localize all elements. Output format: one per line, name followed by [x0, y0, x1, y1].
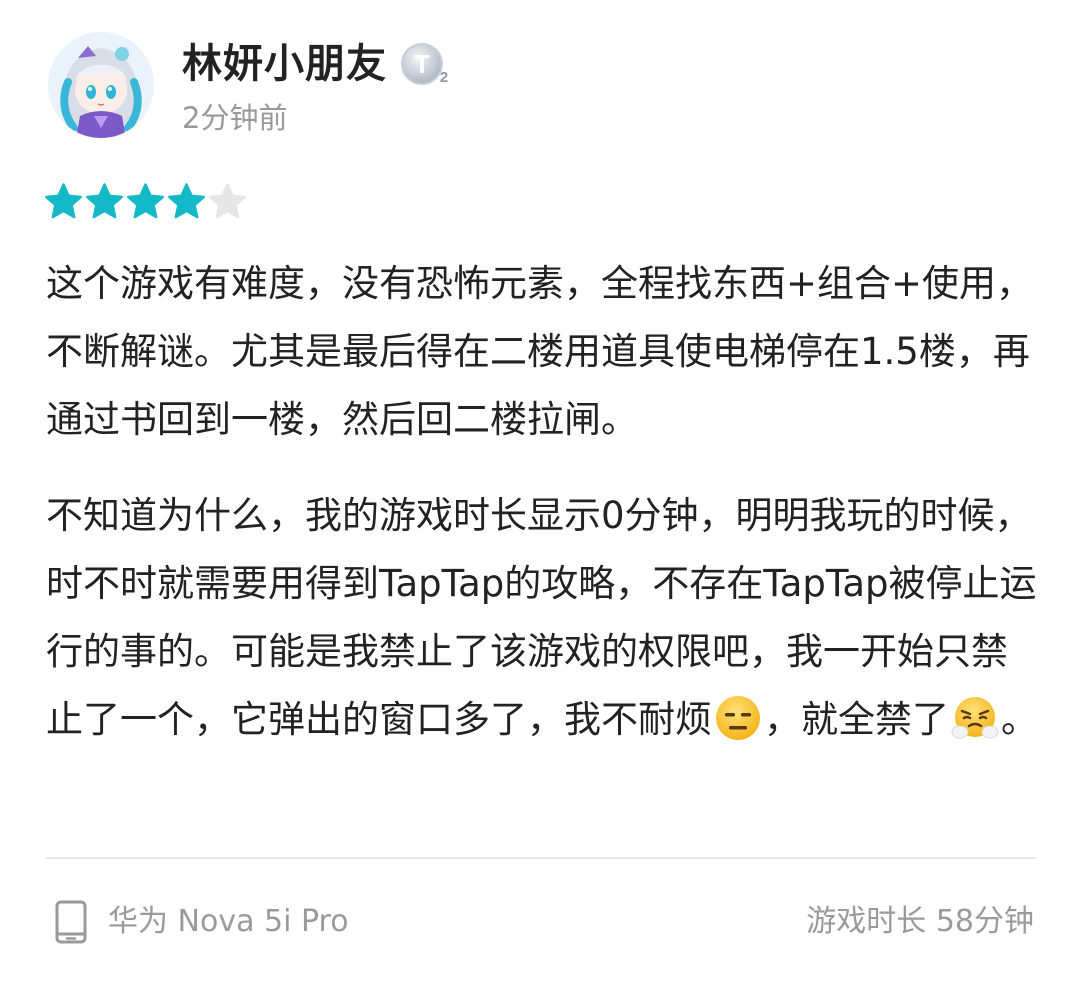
user-name[interactable]: 林妍小朋友 [182, 38, 387, 90]
play-time: 游戏时长 58分钟 [806, 904, 1034, 939]
star-empty-icon [209, 183, 246, 219]
review-card: 林妍小朋友 T 2 2分钟前 这个游戏有难度，没有恐怖元素，全程找东西+组合+使… [0, 0, 1080, 982]
phone-icon [54, 900, 88, 944]
review-text-part-3: 。 [1001, 698, 1038, 741]
review-paragraph-1: 这个游戏有难度，没有恐怖元素，全程找东西+组合+使用，不断解谜。尤其是最后得在二… [46, 262, 1034, 441]
level-badge-icon: T 2 [400, 40, 452, 88]
star-filled-icon [168, 183, 205, 219]
anime-character-avatar-icon [48, 32, 154, 138]
post-time: 2分钟前 [182, 101, 288, 135]
review-content: 这个游戏有难度，没有恐怖元素，全程找东西+组合+使用，不断解谜。尤其是最后得在二… [46, 250, 1038, 754]
review-paragraph-2: 不知道为什么，我的游戏时长显示0分钟，明明我玩的时候，时不时就需要用得到TapT… [46, 482, 1038, 754]
review-text-part-2: ，就全禁了 [764, 698, 949, 741]
expressionless-face-emoji-icon [714, 694, 762, 742]
face-with-steam-emoji-icon [951, 694, 999, 742]
star-filled-icon [45, 183, 82, 219]
star-rating [44, 182, 247, 224]
badge-letter: T [414, 49, 430, 79]
badge-level: 2 [440, 69, 448, 86]
device-name: 华为 Nova 5i Pro [108, 904, 349, 939]
user-avatar[interactable] [48, 32, 154, 138]
divider [46, 857, 1036, 859]
star-filled-icon [127, 183, 164, 219]
star-filled-icon [86, 183, 123, 219]
